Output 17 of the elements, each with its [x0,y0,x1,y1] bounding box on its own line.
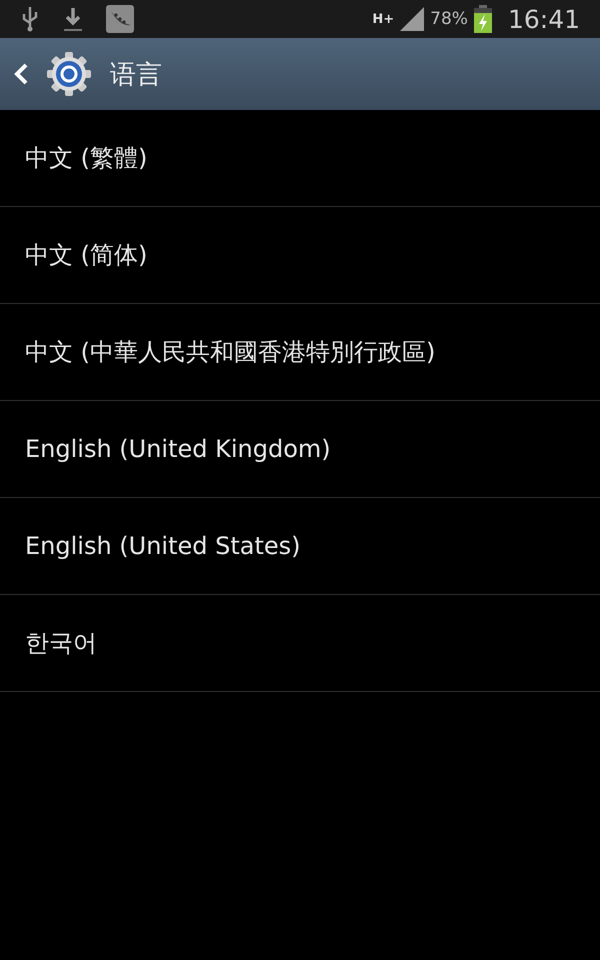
signal-icon [400,7,424,31]
language-option[interactable]: 한국어 [0,595,600,692]
battery-percent: 78% [430,9,468,29]
screen-title: 语言 [110,58,162,92]
battery-charging-icon [474,5,492,33]
peapod-icon [106,5,134,33]
language-option[interactable]: 中文 (繁體) [0,110,600,207]
network-type: H+ [372,12,394,26]
clock: 16:41 [508,4,580,34]
language-option[interactable]: 中文 (简体) [0,207,600,304]
language-option[interactable]: English (United States) [0,498,600,595]
language-option[interactable]: 中文 (中華人民共和國香港特別行政區) [0,304,600,401]
language-option[interactable]: English (United Kingdom) [0,401,600,498]
back-icon[interactable] [14,62,28,86]
download-icon [62,6,84,32]
usb-icon [20,6,40,32]
settings-icon [46,51,92,97]
